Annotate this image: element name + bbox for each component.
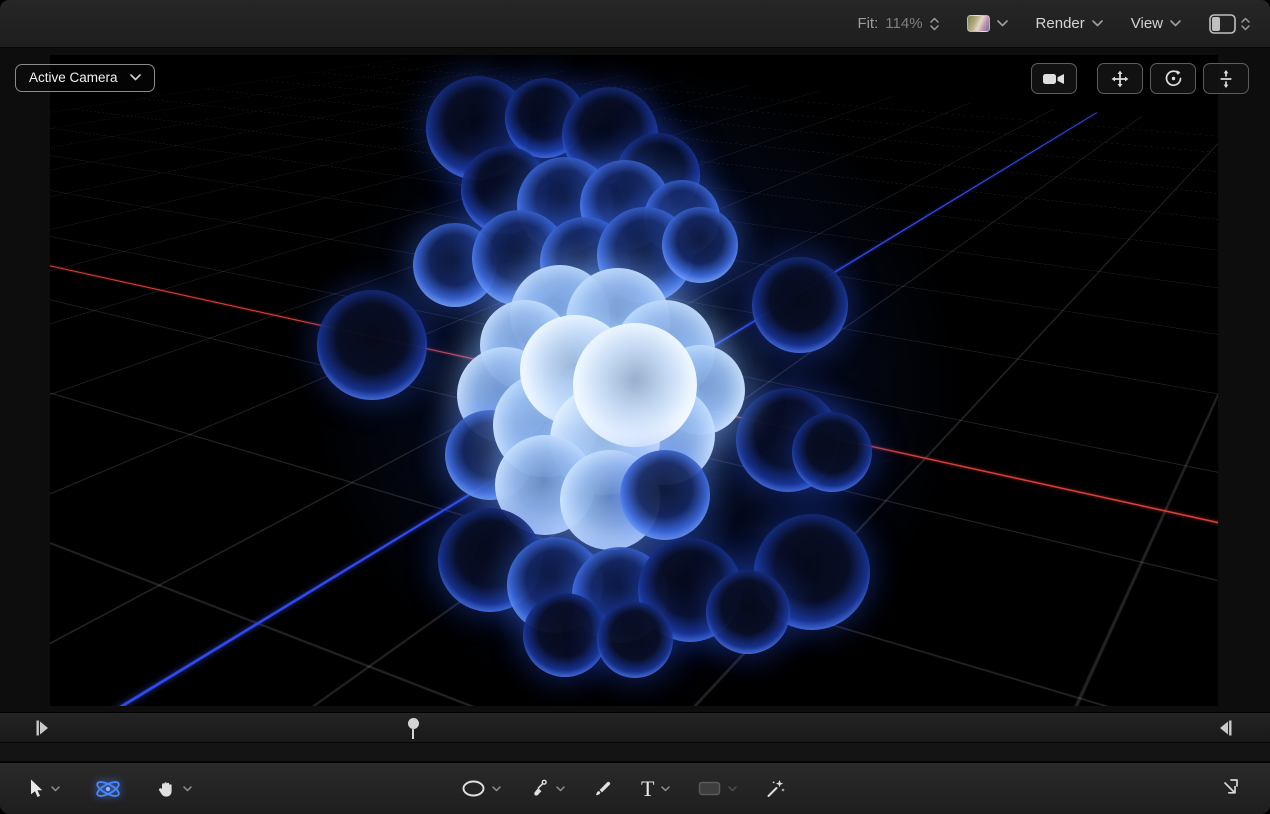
particle-sphere (662, 207, 738, 283)
particle-sphere (752, 257, 848, 353)
particle-sphere (792, 412, 872, 492)
out-point-marker[interactable] (1219, 720, 1232, 741)
select-arrow-icon (30, 779, 44, 798)
text-tool[interactable]: T (641, 778, 670, 800)
view-menu[interactable]: View (1131, 15, 1181, 32)
chevron-down-icon (1170, 20, 1181, 27)
color-swatch-icon (967, 15, 990, 32)
text-tool-glyph: T (641, 778, 654, 800)
bottom-toolbar: T (0, 762, 1270, 814)
transform-3d-tool[interactable] (94, 776, 122, 802)
particle-sphere (523, 593, 607, 677)
camera-popup-label: Active Camera (29, 70, 118, 85)
dolly-3d-icon (1217, 70, 1235, 88)
expand-canvas-icon (1221, 777, 1240, 796)
camera-view-button[interactable] (1031, 63, 1077, 94)
in-point-icon (36, 720, 49, 736)
window-layout-control[interactable] (1209, 14, 1250, 34)
chevron-down-icon (1092, 20, 1103, 27)
bezier-pen-icon (529, 779, 549, 799)
hand-pan-tool[interactable] (156, 779, 192, 799)
zoom-fit-control[interactable]: Fit: 114% (857, 15, 938, 32)
paint-stroke-tool[interactable] (593, 779, 613, 799)
pan-3d-button[interactable] (1097, 63, 1143, 94)
stepper-arrows-icon (930, 17, 939, 31)
chevron-down-icon (130, 74, 141, 81)
timeline-divider (0, 742, 1270, 762)
pan-3d-icon (1111, 70, 1129, 88)
particle-sphere (573, 323, 697, 447)
top-toolbar: Fit: 114% Render View (0, 0, 1270, 48)
adjust-wand-tool[interactable] (765, 779, 786, 799)
view-tools-group (1031, 63, 1249, 94)
camcorder-icon (1042, 71, 1066, 87)
adjust-wand-icon (765, 779, 786, 799)
playhead[interactable] (407, 718, 419, 739)
rectangle-tool-disabled[interactable] (698, 781, 737, 796)
chevron-down-icon (728, 786, 737, 792)
motion-window: Fit: 114% Render View (0, 0, 1270, 814)
particle-sphere (597, 602, 673, 678)
left-tools-group (30, 763, 192, 814)
particle-spheres-layer (50, 55, 1218, 706)
chevron-down-icon (183, 786, 192, 792)
select-arrow-tool[interactable] (30, 779, 60, 798)
chevron-down-icon (661, 786, 670, 792)
chevron-down-icon (556, 786, 565, 792)
expand-canvas-button[interactable] (1221, 777, 1240, 801)
dolly-3d-button[interactable] (1203, 63, 1249, 94)
orbit-3d-button[interactable] (1150, 63, 1196, 94)
fit-label: Fit: (857, 15, 878, 32)
canvas-viewport[interactable] (50, 55, 1218, 706)
rectangle-icon (698, 781, 721, 796)
oval-mask-tool[interactable] (462, 780, 501, 797)
paint-stroke-icon (593, 779, 613, 799)
out-point-icon (1219, 720, 1232, 736)
canvas-stage: Active Camera (0, 48, 1270, 712)
particle-sphere (620, 450, 710, 540)
chevron-down-icon (492, 786, 501, 792)
bezier-pen-tool[interactable] (529, 779, 565, 799)
center-tools-group: T (462, 763, 786, 814)
window-layout-icon (1209, 14, 1236, 34)
playhead-knob (408, 718, 419, 729)
chevron-down-icon (51, 786, 60, 792)
timeline-scrubber[interactable] (0, 712, 1270, 742)
camera-popup-button[interactable]: Active Camera (15, 64, 155, 92)
playhead-stem (412, 729, 414, 739)
particle-sphere (706, 570, 790, 654)
transform-3d-icon (94, 776, 122, 802)
hand-pan-icon (156, 779, 176, 799)
view-label: View (1131, 15, 1163, 32)
in-point-marker[interactable] (36, 720, 49, 741)
chevron-down-icon (997, 20, 1008, 27)
stepper-arrows-icon (1241, 17, 1250, 31)
oval-mask-icon (462, 780, 485, 797)
render-menu[interactable]: Render (1036, 15, 1103, 32)
particle-sphere (317, 290, 427, 400)
render-label: Render (1036, 15, 1085, 32)
orbit-3d-icon (1164, 69, 1183, 88)
fit-value: 114% (885, 15, 922, 32)
color-swatch-dropdown[interactable] (967, 15, 1008, 32)
